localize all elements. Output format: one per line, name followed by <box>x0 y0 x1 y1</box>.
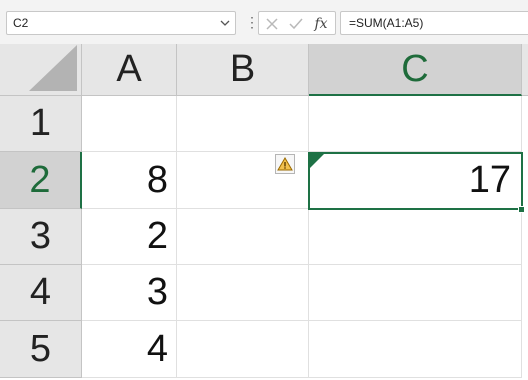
select-all-button[interactable] <box>0 44 82 96</box>
more-options-icon[interactable]: ⋮ <box>245 13 259 31</box>
column-header-b[interactable]: B <box>177 44 309 96</box>
enter-check-icon[interactable] <box>287 15 305 33</box>
fx-label: fx <box>314 16 328 32</box>
fill-handle[interactable] <box>518 206 525 213</box>
row-label: 5 <box>29 327 52 370</box>
cell-c1[interactable] <box>309 96 522 152</box>
cell-b3[interactable] <box>177 209 309 265</box>
formula-buttons: fx <box>258 11 336 35</box>
error-indicator-icon <box>310 154 324 168</box>
cell-c5[interactable] <box>309 321 522 378</box>
formula-text: =SUM(A1:A5) <box>349 16 424 30</box>
chevron-down-icon[interactable] <box>219 17 231 29</box>
cell-a4[interactable]: 3 <box>82 265 177 321</box>
warning-triangle-icon <box>277 157 293 171</box>
formula-toolbar: C2 ⋮ fx =SUM(A1:A5) <box>0 0 528 44</box>
row-label: 2 <box>29 158 51 201</box>
column-label: C <box>401 47 429 90</box>
name-box[interactable]: C2 <box>6 11 236 35</box>
row-header-4[interactable]: 4 <box>0 265 82 321</box>
row-header-2[interactable]: 2 <box>0 152 82 209</box>
name-box-value: C2 <box>13 16 29 30</box>
cell-a2[interactable]: 8 <box>82 152 177 209</box>
spreadsheet-grid: A B C 1 2 8 17 3 2 4 3 5 4 <box>0 44 528 380</box>
insert-function-icon[interactable]: fx <box>312 15 330 33</box>
cell-a5[interactable]: 4 <box>82 321 177 378</box>
cell-b5[interactable] <box>177 321 309 378</box>
cell-c3[interactable] <box>309 209 522 265</box>
select-all-triangle-icon <box>29 45 77 91</box>
column-header-a[interactable]: A <box>82 44 177 96</box>
column-label: A <box>116 48 142 90</box>
warning-icon[interactable] <box>275 154 295 174</box>
cancel-icon[interactable] <box>263 15 281 33</box>
row-label: 3 <box>29 215 52 257</box>
row-header-1[interactable]: 1 <box>0 96 82 152</box>
row-label: 1 <box>29 102 52 144</box>
cell-b4[interactable] <box>177 265 309 321</box>
row-header-3[interactable]: 3 <box>0 209 82 265</box>
active-cell-border <box>308 152 523 210</box>
cell-a3[interactable]: 2 <box>82 209 177 265</box>
cell-b1[interactable] <box>177 96 309 152</box>
column-header-c[interactable]: C <box>309 44 522 96</box>
cell-c4[interactable] <box>309 265 522 321</box>
column-header-d[interactable] <box>522 44 528 96</box>
formula-input[interactable]: =SUM(A1:A5) <box>340 11 528 35</box>
cell-a1[interactable] <box>82 96 177 152</box>
row-header-5[interactable]: 5 <box>0 321 82 378</box>
column-label: B <box>229 48 256 90</box>
row-label: 4 <box>29 271 52 313</box>
